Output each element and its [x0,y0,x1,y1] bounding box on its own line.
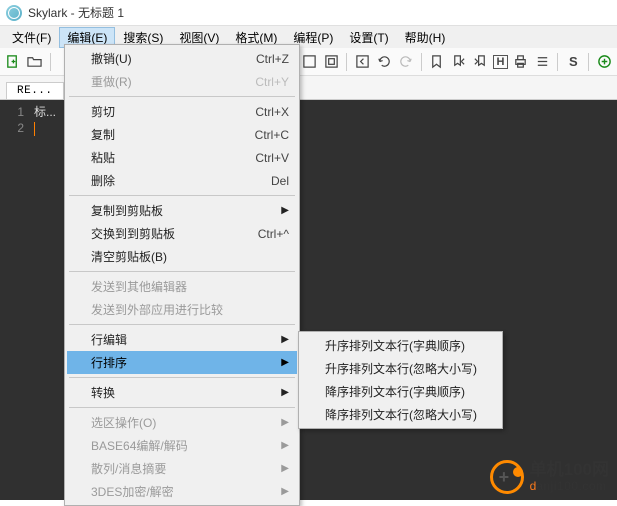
undo-icon[interactable] [375,52,393,72]
menu-item-label: 交换到到剪贴板 [91,225,258,242]
h-icon[interactable]: H [493,55,508,69]
menu-item-label: 清空剪贴板(B) [91,248,289,265]
menu-item[interactable]: 粘贴Ctrl+V [67,146,297,169]
menu-item-label: 散列/消息摘要 [91,460,289,477]
redo-icon[interactable] [397,52,415,72]
print-icon[interactable] [512,52,530,72]
menu-separator [69,377,295,378]
menu-item-label: 复制到剪贴板 [91,202,289,219]
window-title: Skylark - 无标题 1 [28,4,124,21]
edit-dropdown: 撤销(U)Ctrl+Z重做(R)Ctrl+Y剪切Ctrl+X复制Ctrl+C粘贴… [64,44,300,506]
titlebar: Skylark - 无标题 1 [0,0,617,26]
menu-item: 重做(R)Ctrl+Y [67,70,297,93]
menu-item[interactable]: 转换▶ [67,381,297,404]
menu-file[interactable]: 文件(F) [4,27,59,48]
tab-active[interactable]: RE... [6,82,64,99]
menu-item[interactable]: 剪切Ctrl+X [67,100,297,123]
menu-shortcut: Ctrl+^ [258,227,289,241]
submenu-item[interactable]: 降序排列文本行(忽略大小写) [301,403,500,426]
menu-item[interactable]: 复制到剪贴板▶ [67,199,297,222]
menu-separator [69,407,295,408]
toolbar-separator [588,53,589,71]
watermark: 单机100网 danji100.com [490,460,609,494]
submenu-arrow-icon: ▶ [281,205,289,216]
toolbar-separator [557,53,558,71]
bookmark-next-icon[interactable] [471,52,489,72]
menu-item-label: 3DES加密/解密 [91,483,289,500]
menu-shortcut: Del [271,174,289,188]
menu-item-label: 选区操作(O) [91,414,289,431]
menu-item-label: 撤销(U) [91,50,256,67]
menu-item[interactable]: 撤销(U)Ctrl+Z [67,47,297,70]
toolbar-separator [421,53,422,71]
open-file-icon[interactable] [26,52,44,72]
menu-item: 发送到外部应用进行比较 [67,298,297,321]
menu-separator [69,96,295,97]
menu-shortcut: Ctrl+Z [256,52,289,66]
line-gutter: 1 2 [0,100,30,500]
menu-settings[interactable]: 设置(T) [341,27,396,48]
submenu-arrow-icon: ▶ [281,357,289,368]
menu-item-label: 粘贴 [91,149,255,166]
submenu-item[interactable]: 降序排列文本行(字典顺序) [301,380,500,403]
submenu-arrow-icon: ▶ [281,440,289,451]
line-number: 1 [0,104,24,120]
menu-separator [69,271,295,272]
submenu-item[interactable]: 升序排列文本行(字典顺序) [301,334,500,357]
menu-item: BASE64编解/解码▶ [67,434,297,457]
tool-icon-2[interactable] [322,52,340,72]
menu-item-label: 重做(R) [91,73,255,90]
menu-item[interactable]: 行编辑▶ [67,328,297,351]
app-icon [6,5,22,21]
s-icon[interactable]: S [564,52,582,72]
menu-item-label: 剪切 [91,103,255,120]
menu-item: 发送到其他编辑器 [67,275,297,298]
menu-separator [69,195,295,196]
menu-help[interactable]: 帮助(H) [397,27,454,48]
menu-shortcut: Ctrl+V [255,151,289,165]
list-icon[interactable] [534,52,552,72]
menu-item[interactable]: 交换到到剪贴板Ctrl+^ [67,222,297,245]
submenu-arrow-icon: ▶ [281,486,289,497]
tool-icon-1[interactable] [301,52,319,72]
menu-item[interactable]: 清空剪贴板(B) [67,245,297,268]
add-icon[interactable] [595,52,613,72]
menu-item-label: 发送到其他编辑器 [91,278,289,295]
submenu-arrow-icon: ▶ [281,387,289,398]
submenu-arrow-icon: ▶ [281,334,289,345]
menu-item: 选区操作(O)▶ [67,411,297,434]
menu-item[interactable]: 复制Ctrl+C [67,123,297,146]
caret [34,122,35,136]
watermark-title: 单机100网 [530,460,609,480]
bookmark-prev-icon[interactable] [450,52,468,72]
menu-item-label: 发送到外部应用进行比较 [91,301,289,318]
menu-item-label: 删除 [91,172,271,189]
new-file-icon[interactable] [4,52,22,72]
watermark-url: danji100.com [530,480,609,494]
toolbar-separator [50,53,51,71]
menu-shortcut: Ctrl+Y [255,75,289,89]
menu-item-label: 复制 [91,126,255,143]
menu-shortcut: Ctrl+C [255,128,289,142]
submenu-arrow-icon: ▶ [281,463,289,474]
menu-item[interactable]: 删除Del [67,169,297,192]
sort-submenu: 升序排列文本行(字典顺序)升序排列文本行(忽略大小写)降序排列文本行(字典顺序)… [298,331,503,429]
toolbar-separator [346,53,347,71]
menu-item-label: 转换 [91,384,289,401]
menu-item-label: 行排序 [91,354,289,371]
menu-item-label: 行编辑 [91,331,289,348]
menu-separator [69,324,295,325]
submenu-arrow-icon: ▶ [281,417,289,428]
watermark-logo-icon [490,460,524,494]
submenu-item[interactable]: 升序排列文本行(忽略大小写) [301,357,500,380]
back-icon[interactable] [353,52,371,72]
bookmark-icon[interactable] [428,52,446,72]
menu-shortcut: Ctrl+X [255,105,289,119]
menu-item[interactable]: 行排序▶ [67,351,297,374]
menu-item: 散列/消息摘要▶ [67,457,297,480]
menu-item-label: BASE64编解/解码 [91,437,289,454]
line-number: 2 [0,120,24,136]
